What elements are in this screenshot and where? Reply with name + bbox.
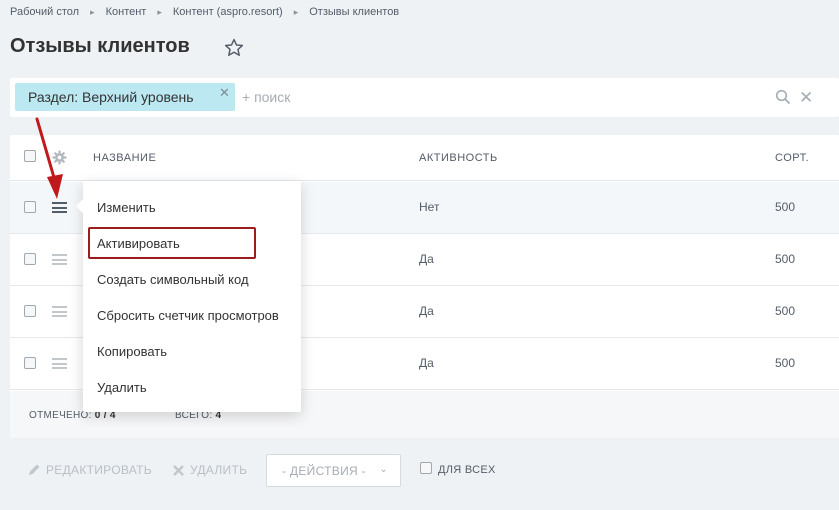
delete-button[interactable]: УДАЛИТЬ [172,463,247,477]
breadcrumb-separator-icon: ▸ [157,6,162,17]
filter-bar: Раздел: Верхний уровень ✕ + поиск ✕ [10,78,839,117]
row-active-value: Да [419,252,434,266]
for-all-checkbox[interactable] [420,462,432,474]
row-checkbox[interactable] [24,253,36,265]
hamburger-icon[interactable] [52,254,67,265]
menu-item-reset-view-counter[interactable]: Сбросить счетчик просмотров [97,308,279,323]
breadcrumb-separator-icon: ▸ [293,6,299,17]
edit-button[interactable]: РЕДАКТИРОВАТЬ [27,463,152,477]
delete-button-label: УДАЛИТЬ [190,463,248,477]
chip-close-icon[interactable]: ✕ [219,85,230,101]
row-sort-value: 500 [775,304,796,318]
row-active-value: Да [419,304,434,318]
checked-label: ОТМЕЧЕНО: [29,410,92,421]
menu-item-copy[interactable]: Копировать [97,344,167,359]
filter-chip-label: Раздел: Верхний уровень [28,89,194,105]
actions-select-label: - ДЕЙСТВИЯ - [282,464,366,478]
menu-item-delete[interactable]: Удалить [97,380,147,395]
search-input[interactable]: + поиск [242,89,290,105]
row-sort-value: 500 [775,200,796,214]
column-header-name[interactable]: НАЗВАНИЕ [93,152,156,164]
row-active-value: Да [419,356,434,370]
pencil-icon [29,464,40,475]
breadcrumb: Рабочий стол ▸ Контент ▸ Контент (aspro.… [10,6,399,18]
grid-header: НАЗВАНИЕ АКТИВНОСТЬ СОРТ. [10,135,839,181]
star-icon[interactable] [223,37,245,59]
menu-item-edit[interactable]: Изменить [97,200,156,215]
breadcrumb-separator-icon: ▸ [90,6,95,17]
row-sort-value: 500 [775,356,796,370]
x-icon [173,464,184,476]
hamburger-icon[interactable] [52,358,67,369]
breadcrumb-item-site-content[interactable]: Контент (aspro.resort) [173,6,283,18]
column-header-active[interactable]: АКТИВНОСТЬ [419,152,498,164]
clear-filter-icon[interactable]: ✕ [799,88,813,108]
page-title: Отзывы клиентов [10,35,190,57]
actions-select[interactable]: - ДЕЙСТВИЯ - ⌄ [266,454,401,487]
chevron-down-icon: ⌄ [379,464,388,475]
hamburger-icon[interactable] [52,306,67,317]
row-checkbox[interactable] [24,305,36,317]
breadcrumb-item-content[interactable]: Контент [106,6,147,18]
row-sort-value: 500 [775,252,796,266]
context-menu: Изменить Активировать Создать символьный… [76,181,301,412]
breadcrumb-item-reviews[interactable]: Отзывы клиентов [309,6,399,18]
edit-button-label: РЕДАКТИРОВАТЬ [46,463,152,477]
menu-item-create-symbol-code[interactable]: Создать символьный код [97,272,249,287]
for-all-label: ДЛЯ ВСЕХ [438,464,496,476]
filter-chip[interactable]: Раздел: Верхний уровень [15,83,235,111]
action-panel: РЕДАКТИРОВАТЬ УДАЛИТЬ - ДЕЙСТВИЯ - ⌄ ДЛЯ… [10,451,839,493]
annotation-arrow-icon [35,117,63,199]
row-active-value: Нет [419,200,440,214]
breadcrumb-item-desktop[interactable]: Рабочий стол [10,6,79,18]
column-header-sort[interactable]: СОРТ. [775,152,809,164]
row-checkbox[interactable] [24,357,36,369]
menu-item-activate[interactable]: Активировать [97,236,180,251]
search-icon[interactable] [775,89,791,105]
